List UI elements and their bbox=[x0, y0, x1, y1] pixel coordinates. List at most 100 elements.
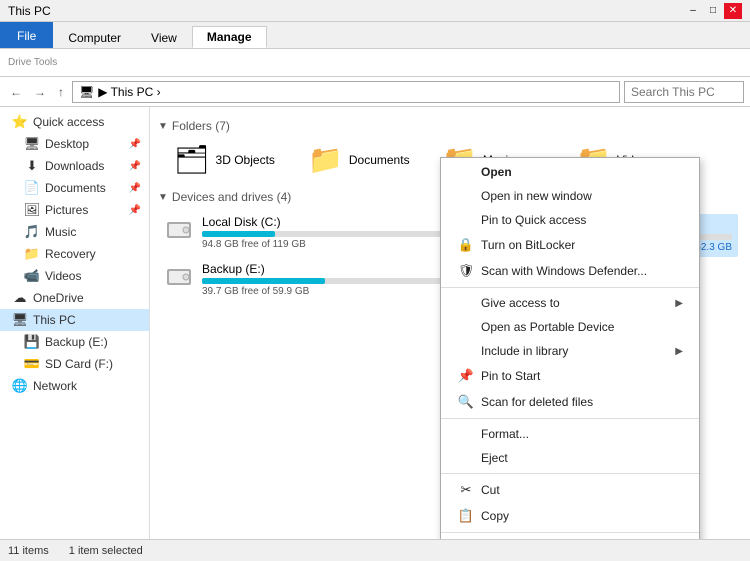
title-bar: This PC – □ ✕ bbox=[0, 0, 750, 22]
content-area: ▼ Folders (7) 🗂 3D Objects 📁 Documents 📁… bbox=[150, 107, 750, 539]
sidebar-label-downloads: Downloads bbox=[45, 159, 104, 173]
sidebar-item-quick-access[interactable]: ⭐ Quick access bbox=[0, 111, 149, 133]
ctx-bitlocker-label: Turn on BitLocker bbox=[481, 238, 575, 252]
documents-icon: 📄 bbox=[24, 180, 40, 196]
minimize-button[interactable]: – bbox=[684, 3, 702, 19]
address-bar: ← → ↑ 🖥 ▶ This PC › bbox=[0, 77, 750, 107]
folder-3dobjects-icon: 🗂 bbox=[174, 143, 210, 176]
sidebar-label-quick-access: Quick access bbox=[33, 115, 104, 129]
ctx-open-new-window[interactable]: Open in new window bbox=[441, 184, 699, 208]
sidebar-label-documents: Documents bbox=[45, 181, 106, 195]
path-text: ▶ This PC › bbox=[98, 85, 160, 99]
context-menu: Open Open in new window Pin to Quick acc… bbox=[440, 157, 700, 539]
ribbon-content: Drive Tools bbox=[0, 48, 750, 76]
ctx-give-access-label: Give access to bbox=[481, 296, 560, 310]
ctx-defender-label: Scan with Windows Defender... bbox=[481, 264, 647, 278]
ctx-copy-label: Copy bbox=[481, 509, 509, 523]
path-icon: 🖥 bbox=[79, 85, 94, 99]
sidebar-item-recovery[interactable]: 📁 Recovery bbox=[0, 243, 149, 265]
folders-section-title: Folders (7) bbox=[172, 119, 230, 133]
ctx-pin-quick-access[interactable]: Pin to Quick access bbox=[441, 208, 699, 232]
sidebar-label-videos: Videos bbox=[45, 269, 81, 283]
sidebar-label-desktop: Desktop bbox=[45, 137, 89, 151]
music-icon: 🎵 bbox=[24, 224, 40, 240]
sidebar-item-documents[interactable]: 📄 Documents 📌 bbox=[0, 177, 149, 199]
close-button[interactable]: ✕ bbox=[724, 3, 742, 19]
drive-c-icon bbox=[164, 214, 194, 251]
ctx-sep2 bbox=[441, 418, 699, 419]
sidebar-item-this-pc[interactable]: 🖥 This PC bbox=[0, 309, 149, 331]
ctx-sep3 bbox=[441, 473, 699, 474]
drives-section-title: Devices and drives (4) bbox=[172, 190, 291, 204]
ctx-bitlocker-icon: 🔒 bbox=[457, 237, 475, 253]
ctx-bitlocker[interactable]: 🔒 Turn on BitLocker bbox=[441, 232, 699, 258]
ctx-format-label: Format... bbox=[481, 427, 529, 441]
maximize-button[interactable]: □ bbox=[704, 3, 722, 19]
recovery-icon: 📁 bbox=[24, 246, 40, 262]
folder-documents-icon: 📁 bbox=[308, 143, 343, 176]
ctx-copy[interactable]: 📋 Copy bbox=[441, 503, 699, 529]
tab-view[interactable]: View bbox=[136, 26, 192, 48]
address-path[interactable]: 🖥 ▶ This PC › bbox=[72, 81, 620, 103]
tab-manage[interactable]: Manage bbox=[192, 26, 267, 48]
documents-pin: 📌 bbox=[129, 183, 141, 194]
sidebar-item-onedrive[interactable]: ☁ OneDrive bbox=[0, 287, 149, 309]
downloads-pin: 📌 bbox=[129, 161, 141, 172]
sidebar-label-onedrive: OneDrive bbox=[33, 291, 84, 305]
backup-e-icon: 💾 bbox=[24, 334, 40, 350]
ribbon: File Computer View Manage Drive Tools bbox=[0, 22, 750, 77]
pictures-icon: 🖼 bbox=[24, 202, 40, 218]
this-pc-icon: 🖥 bbox=[12, 312, 28, 328]
sidebar-label-network: Network bbox=[33, 379, 77, 393]
ctx-give-access[interactable]: Give access to ▶ bbox=[441, 291, 699, 315]
ctx-cut-label: Cut bbox=[481, 483, 500, 497]
sidebar-label-backup-e: Backup (E:) bbox=[45, 335, 108, 349]
ctx-pin-start-label: Pin to Start bbox=[481, 369, 540, 383]
ctx-eject[interactable]: Eject bbox=[441, 446, 699, 470]
sidebar-item-music[interactable]: 🎵 Music bbox=[0, 221, 149, 243]
ctx-sep4 bbox=[441, 532, 699, 533]
sidebar-item-videos[interactable]: 📹 Videos bbox=[0, 265, 149, 287]
ctx-defender-icon: 🛡 bbox=[457, 263, 475, 279]
ctx-open-label: Open bbox=[481, 165, 512, 179]
sidebar-item-sd-card-f[interactable]: 💳 SD Card (F:) bbox=[0, 353, 149, 375]
title-bar-title: This PC bbox=[8, 4, 51, 18]
ctx-pin-start-icon: 📌 bbox=[457, 368, 475, 384]
ctx-cut[interactable]: ✂ Cut bbox=[441, 477, 699, 503]
quick-access-icon: ⭐ bbox=[12, 114, 28, 130]
drive-c-bar-fill bbox=[202, 231, 275, 237]
folder-item-3dobjects[interactable]: 🗂 3D Objects bbox=[168, 139, 298, 180]
ctx-cut-icon: ✂ bbox=[457, 482, 475, 498]
tab-computer[interactable]: Computer bbox=[53, 26, 136, 48]
ctx-open-portable[interactable]: Open as Portable Device bbox=[441, 315, 699, 339]
back-button[interactable]: ← bbox=[6, 83, 26, 101]
sidebar-item-desktop[interactable]: 🖥 Desktop 📌 bbox=[0, 133, 149, 155]
sidebar-item-backup-e[interactable]: 💾 Backup (E:) bbox=[0, 331, 149, 353]
ribbon-drive-tools-label: Drive Tools bbox=[8, 57, 57, 68]
drive-e-icon bbox=[164, 261, 194, 298]
sidebar-item-pictures[interactable]: 🖼 Pictures 📌 bbox=[0, 199, 149, 221]
forward-button[interactable]: → bbox=[30, 83, 50, 101]
sidebar-item-network[interactable]: 🌐 Network bbox=[0, 375, 149, 397]
ctx-create-shortcut[interactable]: Create shortcut bbox=[441, 536, 699, 539]
ctx-pin-label: Pin to Quick access bbox=[481, 213, 586, 227]
drive-e-bar-fill bbox=[202, 278, 325, 284]
ctx-portable-label: Open as Portable Device bbox=[481, 320, 614, 334]
sidebar-item-downloads[interactable]: ⬇ Downloads 📌 bbox=[0, 155, 149, 177]
ctx-scan-deleted[interactable]: 🔍 Scan for deleted files bbox=[441, 389, 699, 415]
videos-icon: 📹 bbox=[24, 268, 40, 284]
ctx-scan-defender[interactable]: 🛡 Scan with Windows Defender... bbox=[441, 258, 699, 284]
up-button[interactable]: ↑ bbox=[54, 83, 68, 101]
ctx-include-library[interactable]: Include in library ▶ bbox=[441, 339, 699, 363]
ctx-format[interactable]: Format... bbox=[441, 422, 699, 446]
main-layout: ⭐ Quick access 🖥 Desktop 📌 ⬇ Downloads 📌… bbox=[0, 107, 750, 539]
ctx-pin-start[interactable]: 📌 Pin to Start bbox=[441, 363, 699, 389]
ctx-copy-icon: 📋 bbox=[457, 508, 475, 524]
network-icon: 🌐 bbox=[12, 378, 28, 394]
search-input[interactable] bbox=[624, 81, 744, 103]
folder-item-documents[interactable]: 📁 Documents bbox=[302, 139, 432, 180]
tab-file[interactable]: File bbox=[0, 22, 53, 48]
sidebar-label-music: Music bbox=[45, 225, 76, 239]
ribbon-tabs: File Computer View Manage bbox=[0, 22, 750, 48]
ctx-open[interactable]: Open bbox=[441, 160, 699, 184]
